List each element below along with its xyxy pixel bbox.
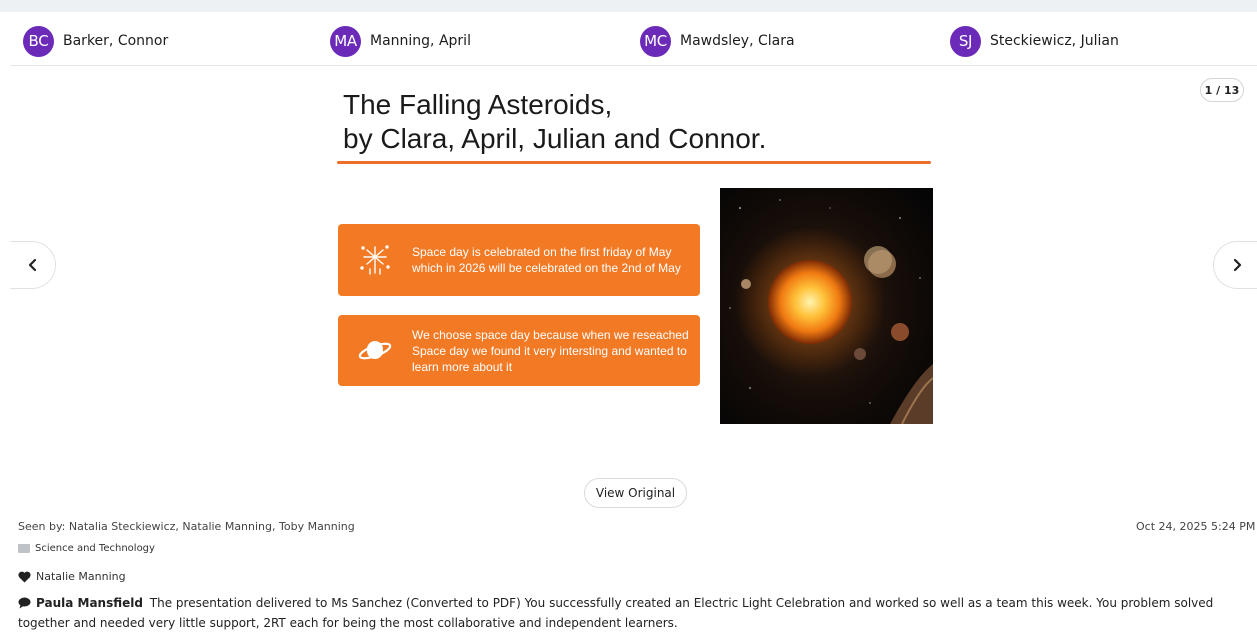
- comment-author: Paula Mansfield: [36, 596, 143, 610]
- slide-viewer: 1 / 13 The Falling Asteroids, by Clara, …: [10, 66, 1257, 511]
- info-card-space-day: Space day is celebrated on the first fri…: [338, 224, 700, 296]
- info-card-text: We choose space day because when we rese…: [412, 327, 689, 374]
- info-card-why-space-day: We choose space day because when we rese…: [338, 315, 700, 386]
- next-slide-button[interactable]: [1213, 241, 1257, 289]
- fireworks-icon: [338, 243, 412, 277]
- planet-icon: [338, 336, 412, 366]
- page-counter: 1 / 13: [1200, 78, 1244, 102]
- student-barker-connor[interactable]: BC Barker, Connor: [23, 25, 169, 57]
- comment-icon: [18, 597, 31, 609]
- avatar: BC: [23, 25, 54, 57]
- chevron-right-icon: [1233, 258, 1241, 272]
- category-tag[interactable]: Science and Technology: [18, 543, 155, 554]
- tagged-students-bar: BC Barker, Connor MA Manning, April MC M…: [10, 12, 1257, 66]
- student-manning-april[interactable]: MA Manning, April: [330, 25, 471, 57]
- student-name: Steckiewicz, Julian: [990, 33, 1119, 49]
- solar-system-image: [720, 188, 933, 424]
- comment-text: The presentation delivered to Ms Sanchez…: [18, 596, 1214, 630]
- slide-title: The Falling Asteroids, by Clara, April, …: [343, 88, 943, 156]
- comment: Paula Mansfield The presentation deliver…: [18, 593, 1254, 633]
- heart-icon: [18, 571, 31, 582]
- chevron-left-icon: [28, 258, 36, 272]
- avatar: MA: [330, 25, 361, 57]
- student-mawdsley-clara[interactable]: MC Mawdsley, Clara: [640, 25, 795, 57]
- top-bar: [0, 0, 1257, 12]
- previous-slide-button[interactable]: [10, 241, 56, 289]
- title-underline: [337, 161, 931, 164]
- student-name: Manning, April: [370, 33, 471, 49]
- likes: Natalie Manning: [18, 570, 126, 583]
- liked-by-name: Natalie Manning: [36, 570, 126, 583]
- student-steckiewicz-julian[interactable]: SJ Steckiewicz, Julian: [950, 25, 1119, 57]
- view-original-button[interactable]: View Original: [584, 478, 687, 508]
- seen-by: Seen by: Natalia Steckiewicz, Natalie Ma…: [18, 520, 355, 533]
- slide-title-line-1: The Falling Asteroids,: [343, 89, 613, 120]
- avatar: MC: [640, 25, 671, 57]
- info-card-text: Space day is celebrated on the first fri…: [412, 245, 681, 275]
- folder-icon: [18, 544, 30, 553]
- category-label: Science and Technology: [35, 543, 155, 554]
- avatar: SJ: [950, 25, 981, 57]
- post-date: Oct 24, 2025 5:24 PM: [1136, 520, 1256, 533]
- slide-title-line-2: by Clara, April, Julian and Connor.: [343, 123, 767, 154]
- student-name: Barker, Connor: [63, 33, 169, 49]
- student-name: Mawdsley, Clara: [680, 33, 795, 49]
